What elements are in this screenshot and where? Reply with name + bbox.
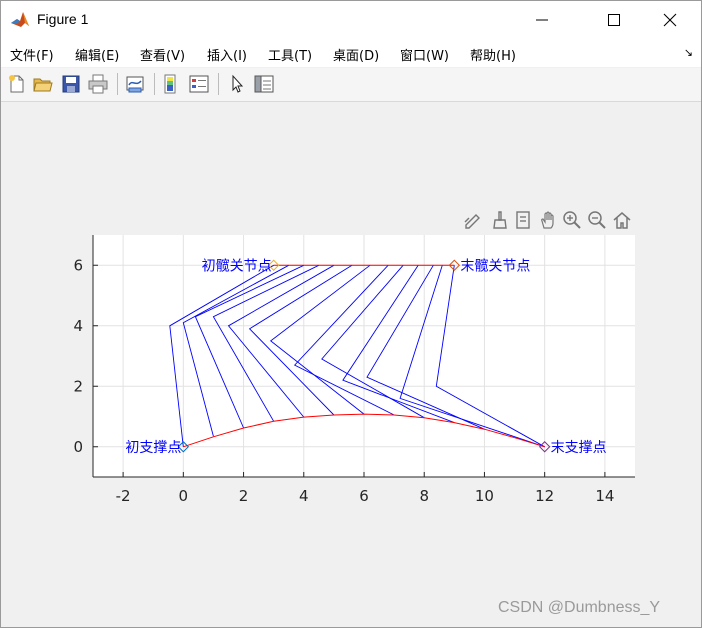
x-tick-label: 6	[359, 487, 369, 505]
figure-window: Figure 1 文件(F) 编辑(E) 查看(V) 插入(I) 工具(T) 桌…	[0, 0, 702, 628]
x-tick-label: 2	[239, 487, 249, 505]
x-tick-label: 14	[595, 487, 614, 505]
x-tick-label: 10	[475, 487, 494, 505]
point-annotation: 初髋关节点	[202, 257, 272, 274]
point-annotation: 初支撑点	[125, 439, 181, 456]
x-tick-label: 8	[419, 487, 429, 505]
x-tick-label: 0	[179, 487, 189, 505]
y-tick-label: 6	[73, 256, 83, 274]
point-annotation: 末支撑点	[551, 440, 607, 456]
x-tick-label: -2	[116, 487, 131, 505]
x-tick-label: 4	[299, 487, 309, 505]
y-tick-label: 2	[73, 377, 83, 395]
watermark-text: CSDN @Dumbness_Y	[498, 599, 661, 616]
x-tick-label: 12	[535, 487, 554, 505]
plot-svg[interactable]: 初支撑点 末支撑点 初髋关节点 末髋关节点 -2 0 2 4 6 8 10 12 14 0 2 4 6	[1, 1, 701, 627]
y-tick-label: 0	[73, 438, 83, 456]
y-tick-label: 4	[73, 317, 83, 335]
point-annotation: 末髋关节点	[460, 257, 530, 274]
